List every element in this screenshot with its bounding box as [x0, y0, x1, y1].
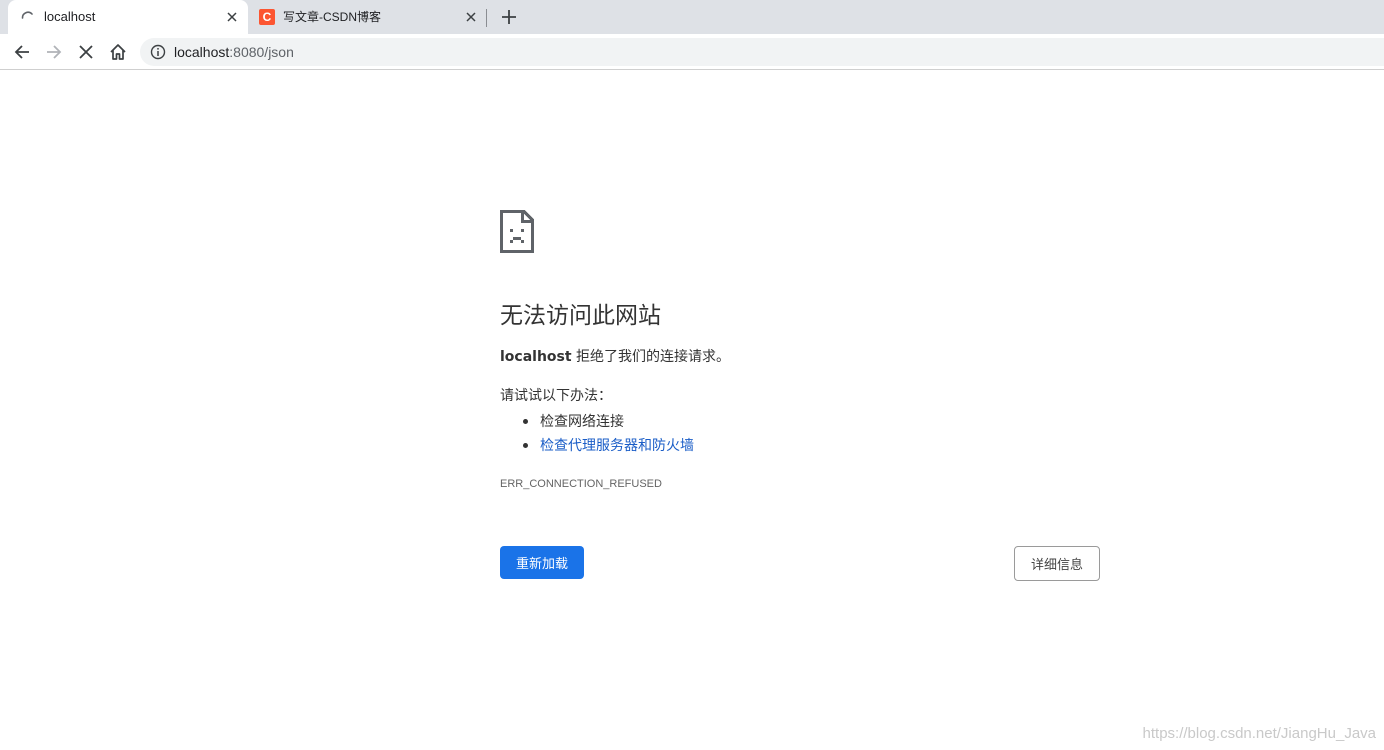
- stop-icon[interactable]: [74, 40, 98, 64]
- suggestion-check-proxy-link[interactable]: 检查代理服务器和防火墙: [540, 438, 694, 454]
- error-message: 拒绝了我们的连接请求。: [571, 349, 731, 365]
- url-text[interactable]: localhost:8080/json: [174, 44, 294, 60]
- browser-toolbar: localhost:8080/json: [0, 34, 1384, 70]
- error-page: 无法访问此网站 localhost 拒绝了我们的连接请求。 请试试以下办法： 检…: [0, 71, 1384, 750]
- forward-arrow-icon[interactable]: [42, 40, 66, 64]
- error-description: localhost 拒绝了我们的连接请求。: [500, 348, 730, 366]
- sad-page-icon: [500, 210, 534, 253]
- tab-title: localhost: [44, 9, 96, 24]
- tab-separator: [486, 9, 487, 27]
- error-host: localhost: [500, 349, 572, 365]
- suggestion-list: 检查网络连接 检查代理服务器和防火墙: [500, 410, 694, 458]
- url-host: localhost: [174, 44, 230, 60]
- list-item: 检查网络连接: [500, 410, 694, 434]
- home-icon[interactable]: [106, 40, 130, 64]
- new-tab-plus-icon[interactable]: [499, 7, 519, 27]
- details-button[interactable]: 详细信息: [1014, 546, 1100, 581]
- watermark: https://blog.csdn.net/JiangHu_Java: [1142, 725, 1376, 742]
- back-arrow-icon[interactable]: [10, 40, 34, 64]
- tab-csdn[interactable]: C 写文章-CSDN博客: [250, 0, 486, 34]
- close-tab-icon[interactable]: [223, 8, 241, 26]
- try-label: 请试试以下办法：: [500, 388, 612, 404]
- bullet-icon: [523, 443, 528, 448]
- loading-spinner-icon: [21, 11, 33, 19]
- url-path: :8080/json: [229, 44, 294, 60]
- error-heading: 无法访问此网站: [500, 303, 661, 329]
- csdn-favicon-icon: C: [259, 9, 275, 25]
- bullet-icon: [523, 419, 528, 424]
- list-item[interactable]: 检查代理服务器和防火墙: [500, 434, 694, 458]
- close-tab-icon[interactable]: [462, 8, 480, 26]
- tab-strip: localhost C 写文章-CSDN博客: [0, 0, 1384, 34]
- info-icon[interactable]: [150, 44, 166, 60]
- tab-localhost[interactable]: localhost: [8, 0, 248, 34]
- suggestion-check-network: 检查网络连接: [540, 414, 624, 430]
- reload-button[interactable]: 重新加载: [500, 546, 584, 579]
- address-bar[interactable]: localhost:8080/json: [140, 38, 1384, 66]
- tab-title: 写文章-CSDN博客: [283, 10, 381, 24]
- error-code: ERR_CONNECTION_REFUSED: [500, 478, 662, 490]
